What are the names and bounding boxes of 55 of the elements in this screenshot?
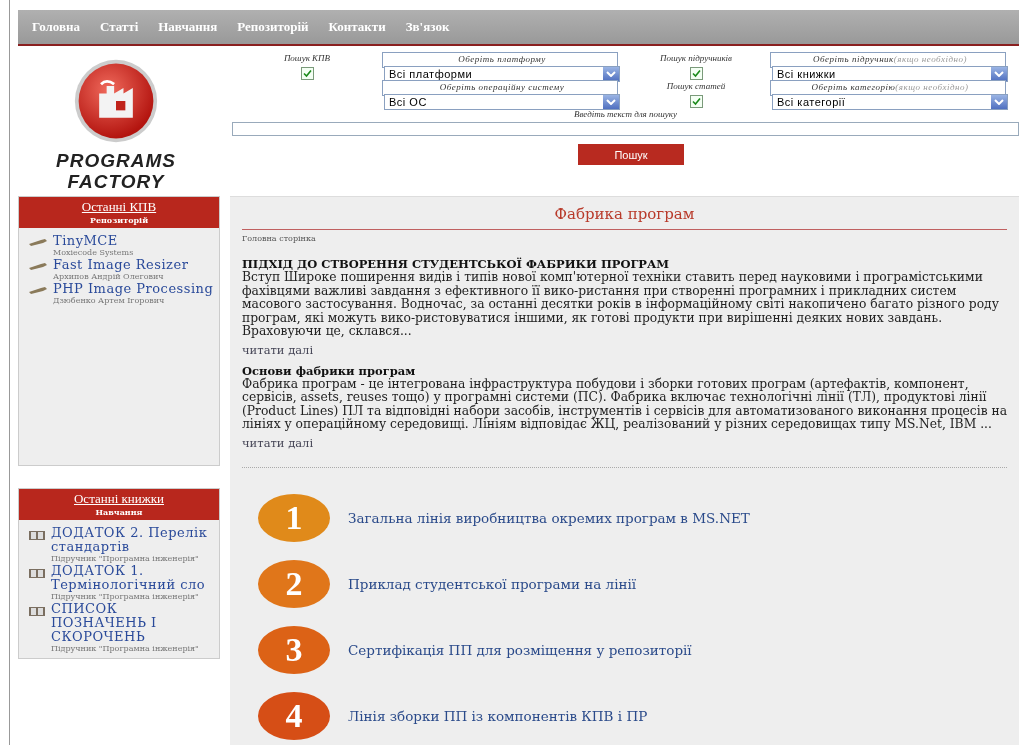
sidebar-item-link[interactable]: ДОДАТОК 1. Термінологічний сло [51,564,215,592]
logo-wordmark: PROGRAMS [56,150,176,171]
item-author: Дзюбенко Артем Ігорович [53,296,166,306]
field-label: Пошук статей [666,80,726,93]
sidebar-item-link[interactable]: Fast Image Resizer [53,258,189,272]
search-field[interactable] [232,122,1019,136]
search-button[interactable]: Пошук [578,144,684,165]
item-author: Підручник "Програмна інженерія" [51,554,200,564]
book-icon [29,568,45,578]
logo-wordmark: FACTORY [67,171,165,192]
panel-title-link[interactable]: Останні книжки [74,491,164,507]
step-link[interactable]: Сертифікація ПП для розміщення у репозиторії [348,641,692,658]
item-author: Архипов Андрій Олегович [53,272,165,282]
step-number-badge: 1 [258,493,330,542]
read-more-link[interactable]: читати далі [242,342,314,357]
step-link[interactable]: Приклад студентської програми на лінії [348,575,637,592]
wrench-icon [29,286,47,294]
checkbox[interactable] [300,67,314,80]
book-icon [29,606,45,616]
item-author: Підручник "Програмна інженерія" [51,592,200,602]
field-label: Введіть текст для пошуку [572,108,679,121]
item-author: Moxiecode Systems [53,248,134,258]
dropdown[interactable]: Всі ОС [384,94,620,110]
item-author: Підручник "Програмна інженерія" [51,644,200,654]
read-more-link[interactable]: читати далі [242,435,314,450]
step-number-badge: 3 [258,625,330,674]
article-text: Фабрика програм - це інтегрована інфраструктура побудови і зборки готових програм (артефактів, компонент, сервісів, assets, reuses тощо) у програмні системи (ПС). Фабрика включає технологічні лінії (ТЛ), продуктові лінії (Product Lines) ПЛ та відповідні набори засобів, інструментів і сервісів для автоматизованого виконання процесів на лініях у операційному середовищі. Лініям відповідає ЖЦ, реалізований у різних середовищах типу MS.Net, IBM ... [242,377,1007,432]
breadcrumb: Головна сторінка [242,234,317,243]
step-link[interactable]: Лінія зборки ПП із компонентів КПВ і ПР [348,707,648,724]
page-title: Фабрика програм [242,201,1007,230]
book-icon [29,530,45,540]
article-heading: ПІДХІД ДО СТВОРЕННЯ СТУДЕНТСЬКОЇ ФАБРИКИ ПРОГРАМ [242,257,671,271]
checkbox[interactable] [689,95,703,108]
panel-title-link[interactable]: Останні КПВ [81,199,157,215]
wrench-icon [29,238,47,246]
field-label: Оберіть категорію(якщо необхідно) [811,81,969,94]
field-label: Оберіть платформу [458,53,546,66]
sidebar-item-link[interactable]: PHP Image Processing [53,282,214,296]
panel-subtitle: Навчання [95,507,143,517]
sidebar-item-link[interactable]: ДОДАТОК 2. Перелік стандартів [51,526,215,554]
field-label: Оберіть операційну систему [439,81,565,94]
wrench-icon [29,262,47,270]
sidebar-item-link[interactable]: СПИСОК ПОЗНАЧЕНЬ І СКОРОЧЕНЬ [51,602,215,644]
checkbox[interactable] [689,67,703,80]
field-label: Оберіть підручник(якщо необхідно) [813,53,967,66]
field-label: Пошук підручників [659,52,733,65]
step-number-badge: 4 [258,691,330,740]
step-number-badge: 2 [258,559,330,608]
sidebar-item-link[interactable]: TinyMCE [53,234,134,248]
panel-subtitle: Репозиторій [89,215,149,225]
dropdown[interactable]: Всі категорії [772,94,1008,110]
article-heading: Основи фабрики програм [242,363,417,378]
article-text: Вступ Широке поширення видів і типів нової комп'ютерної техніки ставить перед науковими і програмістськими фахівцями важливі завдання з ефективного її вико-ристання при створенні програмних і прикладних систем масового застосування. Водночас, за останні десятки років в інформаційному світі накопичено багато різного роду програм, які можуть вико-ристовуватися іншими, як готові продукти при вирішенні деяких нових завдань. Враховуючи це, склався... [242,271,1000,339]
step-link[interactable]: Загальна лінія виробництва окремих програм в MS.NET [348,509,750,526]
field-label: Пошук КПВ [283,52,331,65]
